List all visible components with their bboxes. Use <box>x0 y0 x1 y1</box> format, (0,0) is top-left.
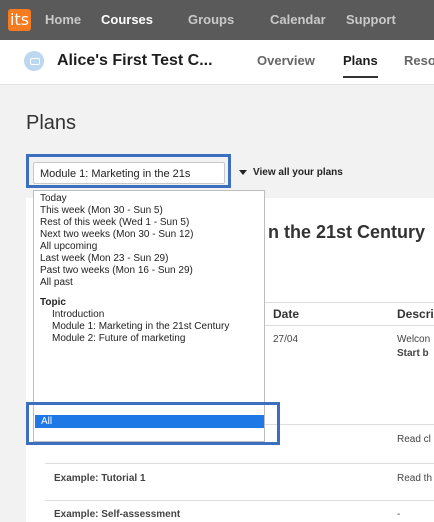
table-cell-date: 27/04 <box>273 334 299 345</box>
highlight-box <box>26 154 231 188</box>
dropdown-option[interactable]: This week (Mon 30 - Sun 5) <box>40 205 163 217</box>
column-header-description: Descri <box>397 307 434 321</box>
dropdown-option[interactable]: All upcoming <box>40 241 97 253</box>
tab-plans[interactable]: Plans <box>343 40 378 84</box>
dropdown-option[interactable]: Past two weeks (Mon 16 - Sun 29) <box>40 265 193 277</box>
table-cell-description: Read th <box>397 473 433 484</box>
table-cell-description: - <box>397 509 401 520</box>
tab-overview[interactable]: Overview <box>257 40 315 84</box>
nav-support[interactable]: Support <box>346 0 396 40</box>
table-cell-description: Read cl <box>397 434 431 445</box>
table-cell-name[interactable]: Example: Self-assessment <box>54 509 180 520</box>
table-divider <box>45 500 434 501</box>
nav-courses[interactable]: Courses <box>101 0 153 40</box>
course-icon <box>24 51 44 71</box>
course-title[interactable]: Alice's First Test C... <box>57 40 213 84</box>
table-cell-name[interactable]: Example: Tutorial 1 <box>54 473 146 484</box>
view-all-plans-link[interactable]: View all your plans <box>253 162 343 184</box>
dropdown-option[interactable]: Rest of this week (Wed 1 - Sun 5) <box>40 217 189 229</box>
dropdown-option[interactable]: Last week (Mon 23 - Sun 29) <box>40 253 168 265</box>
chevron-down-icon[interactable] <box>239 170 247 175</box>
dropdown-option[interactable]: Today <box>40 193 67 205</box>
its-logo[interactable]: its <box>8 9 31 31</box>
dropdown-option[interactable]: All past <box>40 277 73 289</box>
nav-calendar[interactable]: Calendar <box>270 0 326 40</box>
table-cell-description: Start b <box>397 348 429 359</box>
highlight-box <box>26 402 280 445</box>
table-cell-description: Welcon <box>397 334 431 345</box>
tab-resources[interactable]: Reso <box>404 40 434 84</box>
nav-home[interactable]: Home <box>45 0 81 40</box>
column-header-date: Date <box>273 307 300 321</box>
dropdown-option[interactable]: Module 2: Future of marketing <box>52 333 185 345</box>
page-title: Plans <box>26 112 77 134</box>
dropdown-group-label: Topic <box>40 297 66 308</box>
section-heading: n the 21st Century <box>268 222 426 242</box>
dropdown-option[interactable]: Introduction <box>52 309 104 321</box>
table-divider <box>45 463 434 464</box>
top-nav-bar: its Home Courses Groups Calendar Support <box>0 0 434 40</box>
dropdown-option[interactable]: Next two weeks (Mon 30 - Sun 12) <box>40 229 193 241</box>
dropdown-option[interactable]: Module 1: Marketing in the 21st Century <box>52 321 229 333</box>
nav-groups[interactable]: Groups <box>188 0 234 40</box>
course-header: Alice's First Test C... Overview Plans R… <box>0 40 434 85</box>
